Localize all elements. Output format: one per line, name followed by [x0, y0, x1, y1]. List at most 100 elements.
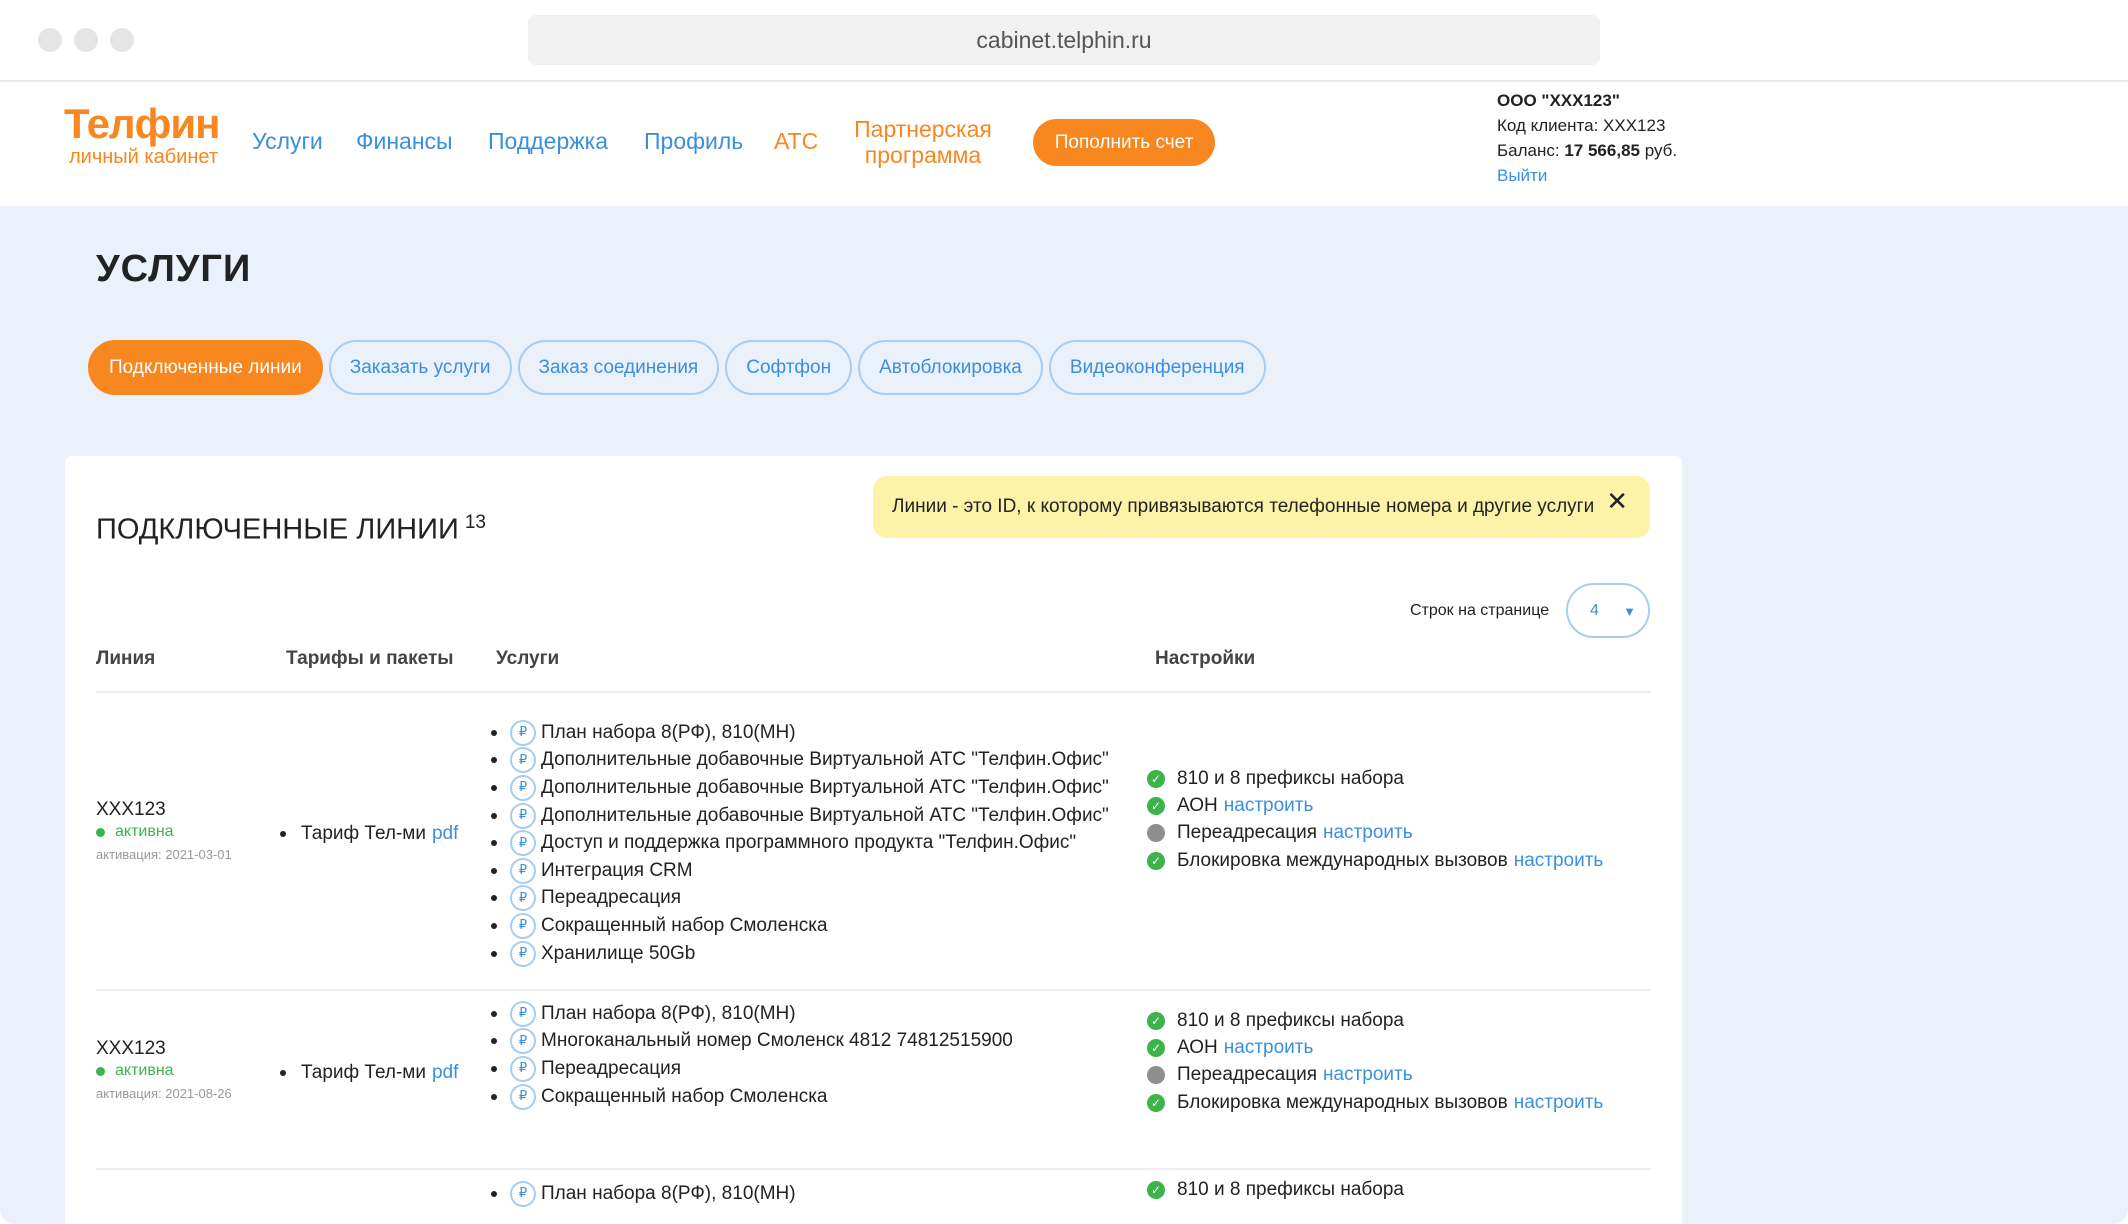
logout-link[interactable]: Выйти — [1497, 163, 1677, 188]
setting-item: ✓ Блокировка международных вызовов настрои… — [1147, 847, 1603, 874]
service-name: Интеграция CRM — [541, 859, 693, 881]
topup-button[interactable]: Пополнить счет — [1033, 119, 1215, 166]
tab-5[interactable]: Автоблокировка — [858, 340, 1043, 395]
ruble-icon[interactable]: ₽ — [510, 885, 536, 912]
configure-link[interactable]: настроить — [1224, 795, 1314, 817]
settings-list: ✓ 810 и 8 префиксы набора — [1147, 1176, 1404, 1203]
setting-label: Переадресация — [1177, 822, 1317, 844]
service-name: Дополнительные добавочные Виртуальной АТ… — [541, 776, 1109, 798]
disabled-circle-icon: ✓ — [1147, 1066, 1165, 1085]
line-id[interactable]: XXX123 — [96, 799, 166, 821]
line-status: активна — [96, 823, 174, 841]
list-item: ₽ План набора 8(РФ), 810(МН) — [491, 1000, 1013, 1028]
row-divider — [96, 1168, 1651, 1170]
ruble-icon[interactable]: ₽ — [510, 1083, 536, 1110]
service-name: Хранилище 50Gb — [541, 942, 696, 964]
ruble-icon[interactable]: ₽ — [510, 912, 536, 939]
ruble-icon[interactable]: ₽ — [510, 1055, 536, 1082]
configure-link[interactable]: настроить — [1514, 850, 1604, 872]
setting-label: Блокировка международных вызовов — [1177, 849, 1508, 871]
bullet-icon — [491, 812, 497, 819]
page-content: УСЛУГИ Подключенные линии Заказать услуги… — [0, 206, 2128, 1224]
connected-lines-title-text: ПОДКЛЮЧЕННЫЕ ЛИНИИ — [96, 513, 459, 546]
list-item: ₽ Дополнительные добавочные Виртуальной А… — [491, 747, 1109, 775]
row-divider — [96, 989, 1651, 991]
address-bar[interactable]: cabinet.telphin.ru — [528, 15, 1600, 65]
nav-partner-line2: программа — [864, 142, 982, 168]
configure-link[interactable]: настроить — [1514, 1092, 1604, 1114]
line-status: активна — [96, 1062, 174, 1080]
configure-link[interactable]: настроить — [1323, 1064, 1413, 1086]
bullet-icon — [491, 1190, 497, 1197]
tab-3[interactable]: Заказ соединения — [517, 340, 720, 395]
close-icon[interactable]: ✕ — [1606, 488, 1628, 514]
bullet-icon — [491, 950, 497, 957]
setting-item: ✓ АОН настроить — [1147, 1034, 1603, 1061]
balance-label: Баланс: — [1497, 141, 1560, 160]
bullet-icon — [491, 1065, 497, 1072]
ruble-icon[interactable]: ₽ — [510, 1180, 536, 1207]
setting-item: ✓ Блокировка международных вызовов настрои… — [1147, 1089, 1603, 1116]
window-zoom-dot[interactable] — [110, 28, 134, 52]
ruble-icon[interactable]: ₽ — [510, 1028, 536, 1055]
bullet-icon — [491, 1038, 497, 1045]
logo-subtitle: личный кабинет — [69, 146, 219, 168]
tab-2[interactable]: Заказать услуги — [328, 340, 512, 395]
account-info: ООО "XXX123" Код клиента: XXX123 Баланс:… — [1497, 88, 1677, 188]
configure-link[interactable]: настроить — [1323, 822, 1413, 844]
window-close-dot[interactable] — [38, 28, 62, 52]
setting-item: ✓ Переадресация настроить — [1147, 1062, 1603, 1089]
tariff-name: Тариф Тел-ми — [301, 1062, 426, 1083]
rows-per-page-label: Строк на странице — [1410, 602, 1550, 619]
tab-6[interactable]: Видеоконференция — [1048, 340, 1266, 395]
rows-per-page-select[interactable]: 4 ▼ — [1566, 583, 1650, 638]
ruble-icon[interactable]: ₽ — [510, 802, 536, 829]
ruble-icon[interactable]: ₽ — [510, 857, 536, 884]
ruble-icon[interactable]: ₽ — [510, 1000, 536, 1027]
bullet-icon — [491, 1010, 497, 1017]
bullet-icon — [491, 867, 497, 874]
nav-partner-line1: Партнерская — [854, 116, 992, 142]
configure-link[interactable]: настроить — [1224, 1037, 1314, 1059]
ruble-icon[interactable]: ₽ — [510, 830, 536, 857]
column-header-line: Линия — [96, 648, 156, 669]
setting-label: Переадресация — [1177, 1064, 1317, 1086]
services-tabs: Подключенные линии Заказать услуги Заказ с… — [88, 340, 1266, 395]
bullet-icon — [491, 895, 497, 902]
ruble-icon[interactable]: ₽ — [510, 940, 536, 967]
nav-profile[interactable]: Профиль — [644, 128, 743, 155]
ruble-icon[interactable]: ₽ — [510, 747, 536, 774]
window-minimize-dot[interactable] — [74, 28, 98, 52]
line-id[interactable]: XXX123 — [96, 1038, 166, 1060]
ruble-icon[interactable]: ₽ — [510, 774, 536, 801]
nav-finance[interactable]: Финансы — [356, 128, 453, 155]
service-name: План набора 8(РФ), 810(МН) — [541, 1002, 796, 1024]
settings-list: ✓ 810 и 8 префиксы набора ✓ АОН настроить ✓ Пе… — [1147, 1007, 1603, 1116]
chevron-down-icon: ▼ — [1623, 604, 1636, 619]
list-item: ₽ Дополнительные добавочные Виртуальной А… — [491, 774, 1109, 802]
list-item: ₽ План набора 8(РФ), 810(МН) — [491, 1180, 796, 1208]
list-item: ₽ Доступ и поддержка программного продукт… — [491, 829, 1109, 857]
list-item: ₽ Хранилище 50Gb — [491, 940, 1109, 968]
status-dot-icon — [96, 827, 105, 837]
nav-support[interactable]: Поддержка — [488, 128, 608, 155]
settings-list: ✓ 810 и 8 префиксы набора ✓ АОН настроить ✓ Пе… — [1147, 765, 1603, 874]
tariff-pdf-link[interactable]: pdf — [432, 1062, 458, 1084]
nav-partner-program[interactable]: Партнерская программа — [852, 116, 994, 168]
tab-4[interactable]: Софтфон — [725, 340, 853, 395]
tariff-pdf-link[interactable]: pdf — [432, 823, 458, 845]
balance-value: 17 566,85 — [1564, 141, 1640, 160]
tab-1[interactable]: Подключенные линии — [88, 340, 323, 395]
nav-pbx[interactable]: АТС — [774, 128, 818, 155]
account-org: ООО "XXX123" — [1497, 91, 1620, 110]
bullet-icon — [280, 1070, 286, 1076]
lines-info-notice: Линии - это ID, к которому привязываются… — [873, 476, 1650, 538]
ruble-icon[interactable]: ₽ — [510, 719, 536, 746]
setting-label: АОН — [1177, 1036, 1218, 1058]
site-header: Телфин личный кабинет Услуги Финансы Под… — [0, 84, 2128, 206]
telphin-logo[interactable]: Телфин личный кабинет — [64, 102, 221, 169]
service-name: План набора 8(РФ), 810(МН) — [541, 1182, 796, 1204]
nav-services[interactable]: Услуги — [252, 128, 323, 155]
bullet-icon — [491, 840, 497, 847]
status-dot-icon — [96, 1066, 105, 1076]
